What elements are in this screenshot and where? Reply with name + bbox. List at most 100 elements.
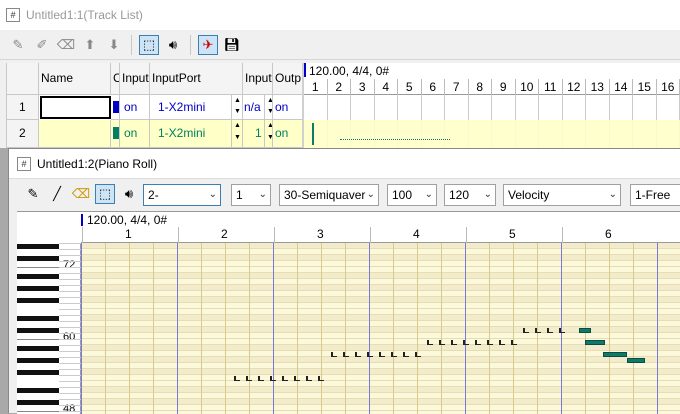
measure-label[interactable]: 5 <box>466 227 562 243</box>
note[interactable] <box>415 352 421 357</box>
black-key[interactable] <box>17 370 59 375</box>
note[interactable] <box>499 340 505 345</box>
note[interactable] <box>535 328 541 333</box>
row-2-channel[interactable]: 1 <box>243 120 265 148</box>
length-select[interactable]: 120⌄ <box>444 184 496 206</box>
note[interactable] <box>246 376 252 381</box>
note[interactable] <box>258 376 264 381</box>
row-2-channel-spin[interactable]: ▲▼ <box>265 120 273 148</box>
note[interactable] <box>282 376 288 381</box>
note[interactable] <box>547 328 553 333</box>
measure-label[interactable]: 3 <box>274 227 370 243</box>
note[interactable] <box>487 340 493 345</box>
note[interactable] <box>318 376 324 381</box>
track-select[interactable]: 2-⌄ <box>143 184 221 206</box>
piano-keyboard[interactable]: 726048 <box>17 243 81 414</box>
note[interactable] <box>367 352 373 357</box>
piano-roll-editor[interactable]: 120.00, 4/4, 0# 123456 726048 <box>17 211 680 414</box>
measure-label[interactable]: 4 <box>370 227 466 243</box>
note[interactable] <box>627 358 645 363</box>
black-key[interactable] <box>17 256 59 261</box>
black-key[interactable] <box>17 244 59 249</box>
measure-label[interactable]: 3 <box>351 79 375 95</box>
measure-label[interactable]: 8 <box>469 79 493 95</box>
row-1-number[interactable]: 1 <box>7 95 39 120</box>
black-key[interactable] <box>17 400 59 405</box>
col-name-header[interactable]: Name <box>39 63 111 95</box>
note[interactable] <box>511 340 517 345</box>
channel-select[interactable]: 1⌄ <box>231 184 271 206</box>
note[interactable] <box>523 328 529 333</box>
note[interactable] <box>355 352 361 357</box>
note[interactable] <box>579 328 591 333</box>
measure-label[interactable]: 9 <box>492 79 516 95</box>
measure-label[interactable]: 7 <box>445 79 469 95</box>
speaker-icon[interactable]: 🔊︎ <box>163 35 183 55</box>
graph-kind-select[interactable]: 1-Free <box>630 184 680 206</box>
note[interactable] <box>234 376 240 381</box>
row-1-port[interactable]: 1-X2mini <box>150 95 232 120</box>
measure-label[interactable]: 13 <box>586 79 610 95</box>
black-key[interactable] <box>17 358 59 363</box>
pencil-icon[interactable]: ✎ <box>23 184 43 204</box>
line-icon[interactable]: ╱ <box>47 184 67 204</box>
note[interactable] <box>391 352 397 357</box>
note[interactable] <box>451 340 457 345</box>
note[interactable] <box>603 352 627 357</box>
track-arrangement[interactable]: 120.00, 4/4, 0# 12345678910111213141516 <box>304 63 680 148</box>
row-1-out[interactable]: on <box>273 95 303 120</box>
measure-label[interactable]: 12 <box>563 79 587 95</box>
row-1-input[interactable]: on <box>120 95 150 120</box>
black-key[interactable] <box>17 316 59 321</box>
eraser-icon[interactable]: ⌫ <box>71 184 91 204</box>
col-c-header[interactable]: C <box>111 63 120 95</box>
row-2-out[interactable]: on <box>273 120 303 148</box>
row-1-color[interactable] <box>111 95 120 120</box>
graph-select[interactable]: Velocity⌄ <box>503 184 621 206</box>
black-key[interactable] <box>17 298 59 303</box>
measure-label[interactable]: 10 <box>516 79 540 95</box>
note[interactable] <box>439 340 445 345</box>
row-1-channel[interactable]: n/a <box>243 95 265 120</box>
pencil-icon[interactable]: ✎ <box>8 35 28 55</box>
pencil-line-icon[interactable]: ✐ <box>32 35 52 55</box>
row-2-number[interactable]: 2 <box>7 120 39 148</box>
note[interactable] <box>294 376 300 381</box>
row-1-port-spin[interactable]: ▲▼ <box>232 95 243 120</box>
measure-label[interactable]: 6 <box>422 79 446 95</box>
note[interactable] <box>306 376 312 381</box>
black-key[interactable] <box>17 346 59 351</box>
measure-label[interactable]: 11 <box>539 79 563 95</box>
col-inputch-header[interactable]: Input <box>243 63 273 95</box>
velocity-select[interactable]: 100⌄ <box>387 184 437 206</box>
note[interactable] <box>403 352 409 357</box>
row-1-channel-spin[interactable]: ▲▼ <box>265 95 273 120</box>
black-key[interactable] <box>17 388 59 393</box>
note[interactable] <box>427 340 433 345</box>
measure-label[interactable]: 1 <box>304 79 328 95</box>
col-input-header[interactable]: Input <box>120 63 150 95</box>
autoscroll-icon[interactable]: ✈ <box>198 35 218 55</box>
snap-select[interactable]: 30-Semiquaver⌄ <box>279 184 379 206</box>
eraser-icon[interactable]: ⌫ <box>56 35 76 55</box>
black-key[interactable] <box>17 286 59 291</box>
note-grid[interactable] <box>81 243 680 414</box>
note[interactable] <box>475 340 481 345</box>
row-2-port[interactable]: 1-X2mini <box>150 120 232 148</box>
note[interactable] <box>331 352 337 357</box>
measure-ruler[interactable]: 123456 <box>81 227 680 243</box>
measure-label[interactable]: 16 <box>657 79 680 95</box>
note[interactable] <box>559 328 565 333</box>
row-2-input[interactable]: on <box>120 120 150 148</box>
select-rect-icon[interactable]: ⬚ <box>95 184 115 204</box>
note[interactable] <box>585 340 605 345</box>
black-key[interactable] <box>17 328 59 333</box>
measure-label[interactable]: 1 <box>82 227 178 243</box>
note[interactable] <box>379 352 385 357</box>
col-inputport-header[interactable]: InputPort <box>150 63 243 95</box>
row-2-color[interactable] <box>111 120 120 148</box>
row-2-port-spin[interactable]: ▲▼ <box>232 120 243 148</box>
measure-label[interactable]: 14 <box>610 79 634 95</box>
row-1-name-field[interactable] <box>40 96 111 119</box>
col-out-header[interactable]: Outp <box>273 63 303 95</box>
